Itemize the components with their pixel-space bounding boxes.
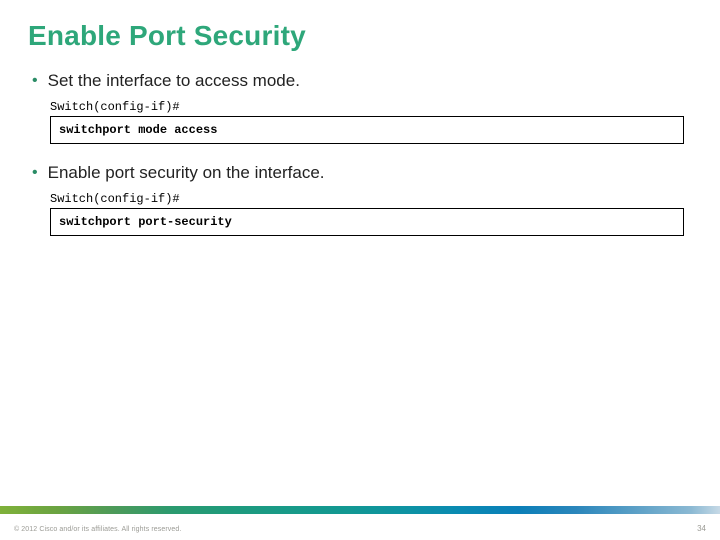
bullet-dot-icon: • bbox=[32, 70, 38, 92]
slide: Enable Port Security • Set the interface… bbox=[0, 0, 720, 540]
bullet-row: • Enable port security on the interface. bbox=[28, 162, 692, 184]
cli-command: switchport mode access bbox=[59, 123, 217, 137]
cli-command-box: switchport mode access bbox=[50, 116, 684, 144]
cli-prompt: Switch(config-if)# bbox=[50, 100, 692, 114]
page-number: 34 bbox=[697, 524, 706, 533]
bullet-text: Enable port security on the interface. bbox=[48, 162, 325, 184]
footer: © 2012 Cisco and/or its affiliates. All … bbox=[0, 514, 720, 540]
footer-accent-bar bbox=[0, 506, 720, 514]
slide-content: • Set the interface to access mode. Swit… bbox=[0, 62, 720, 236]
cli-command-box: switchport port-security bbox=[50, 208, 684, 236]
bullet-row: • Set the interface to access mode. bbox=[28, 70, 692, 92]
copyright-text: © 2012 Cisco and/or its affiliates. All … bbox=[14, 526, 181, 533]
cli-prompt: Switch(config-if)# bbox=[50, 192, 692, 206]
slide-title: Enable Port Security bbox=[0, 0, 720, 62]
bullet-text: Set the interface to access mode. bbox=[48, 70, 300, 92]
cli-command: switchport port-security bbox=[59, 215, 232, 229]
bullet-dot-icon: • bbox=[32, 162, 38, 184]
